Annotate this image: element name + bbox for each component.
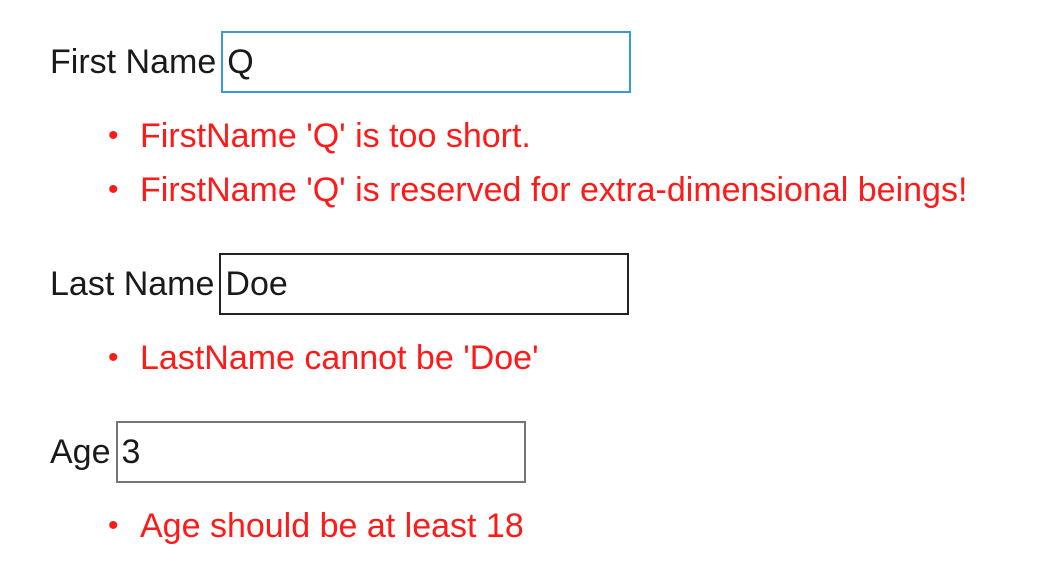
first-name-errors: FirstName 'Q' is too short. FirstName 'Q…: [108, 109, 967, 217]
first-name-input[interactable]: [221, 31, 632, 93]
age-error-item: Age should be at least 18: [108, 499, 524, 553]
first-name-label: First Name: [50, 43, 217, 81]
first-name-error-item: FirstName 'Q' is reserved for extra-dime…: [108, 163, 967, 217]
last-name-error-item: LastName cannot be 'Doe': [108, 331, 539, 385]
last-name-row: Last Name: [50, 253, 630, 315]
last-name-label: Last Name: [50, 265, 215, 303]
last-name-errors: LastName cannot be 'Doe': [108, 331, 539, 385]
age-input[interactable]: [115, 421, 526, 483]
age-row: Age: [50, 421, 526, 483]
first-name-error-item: FirstName 'Q' is too short.: [108, 109, 967, 163]
last-name-input[interactable]: [219, 253, 630, 315]
first-name-row: First Name: [50, 31, 632, 93]
age-label: Age: [50, 433, 111, 471]
age-errors: Age should be at least 18: [108, 499, 524, 553]
